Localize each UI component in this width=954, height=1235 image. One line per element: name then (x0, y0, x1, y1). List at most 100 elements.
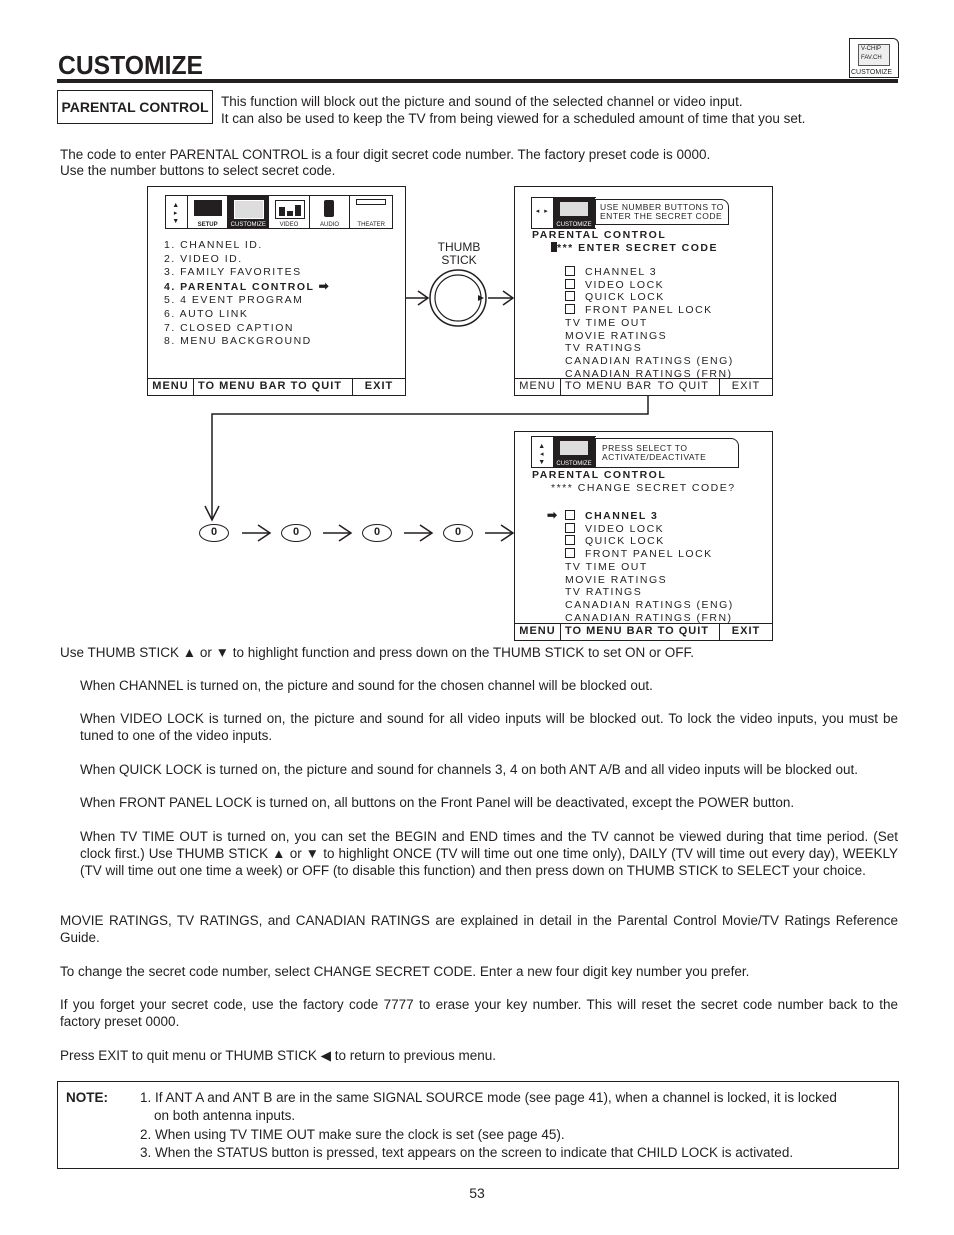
checkbox-label: CHANNEL 3 (585, 266, 658, 278)
checkbox-item[interactable]: QUICK LOCK (565, 535, 734, 548)
hint-box: PRESS SELECT TO ACTIVATE/DEACTIVATE (595, 438, 739, 468)
channel-paragraph: When CHANNEL is turned on, the picture a… (80, 678, 653, 693)
menu-item[interactable]: TV TIME OUT (565, 317, 734, 330)
thumbstick-label: THUMB STICK (430, 241, 488, 267)
checkbox-item[interactable]: FRONT PANEL LOCK (565, 304, 734, 317)
menu-item[interactable]: TV RATINGS (565, 342, 734, 355)
thumbstick-label-2: STICK (441, 253, 477, 267)
checkbox-label: VIDEO LOCK (585, 522, 665, 535)
hint-line2: ENTER THE SECRET CODE (600, 211, 723, 221)
forget-code-paragraph: If you forget your secret code, use the … (60, 997, 898, 1029)
exit-key-label[interactable]: EXIT (719, 624, 772, 640)
vchip-icon (560, 441, 588, 455)
updown-nav-icon: ▲ ▸ ▼ (166, 196, 188, 228)
tab-customize[interactable]: CUSTOMIZE (554, 437, 595, 467)
checkbox[interactable] (565, 522, 575, 533)
vchip-icon (234, 200, 265, 219)
menu-item[interactable]: 6. AUTO LINK (164, 308, 330, 322)
checkbox-item[interactable]: VIDEO LOCK (565, 278, 734, 292)
tab-customize-label: CUSTOMIZE (230, 222, 266, 228)
exit-key-label[interactable]: EXIT (352, 379, 405, 395)
menu-item[interactable]: CANADIAN RATINGS (ENG) (565, 599, 734, 612)
checkbox[interactable] (565, 304, 575, 315)
menu-screen-customize: ▲ ▸ ▼ SETUP CUSTOMIZE VIDEO AUDIO THEATER … (147, 186, 406, 396)
menu-item[interactable]: MOVIE RATINGS (565, 574, 734, 587)
checkbox-item[interactable]: FRONT PANEL LOCK (565, 548, 734, 561)
menu-item[interactable]: TV TIME OUT (565, 561, 734, 574)
checkbox[interactable] (565, 548, 575, 559)
tab-customize-label: CUSTOMIZE (556, 461, 592, 467)
tab-theater-label: THEATER (357, 222, 385, 228)
menu-footer: MENU TO MENU BAR TO QUIT EXIT (515, 623, 772, 640)
menu-item[interactable]: 8. MENU BACKGROUND (164, 335, 330, 349)
thumbstick-outer (429, 269, 487, 327)
menu-key-label[interactable]: MENU (515, 624, 561, 640)
time-out-paragraph: When TV TIME OUT is turned on, you can s… (80, 829, 898, 878)
menu-item[interactable]: CANADIAN RATINGS (ENG) (565, 355, 734, 368)
parental-item-list: CHANNEL 3 VIDEO LOCK QUICK LOCK FRONT PA… (565, 266, 734, 380)
menu-item[interactable]: TV RATINGS (565, 586, 734, 599)
flow-connectors (204, 269, 649, 542)
checkbox-label: QUICK LOCK (585, 535, 665, 548)
checkbox-label: CHANNEL 3 (585, 510, 659, 522)
tab-audio[interactable]: AUDIO (310, 196, 351, 228)
tab-customize[interactable]: CUSTOMIZE (228, 196, 270, 228)
menu-icon-bar: ▲ ▸ ▼ SETUP CUSTOMIZE VIDEO AUDIO THEATER (165, 195, 393, 229)
parental-item-list: ➡ CHANNEL 3 VIDEO LOCK QUICK LOCK FRONT P… (547, 509, 734, 624)
to-quit-label: TO QUIT (290, 380, 342, 392)
change-code-paragraph: To change the secret code number, select… (60, 964, 750, 979)
tab-video[interactable]: VIDEO (269, 196, 310, 228)
parental-control-settings-screen: ▲ ◂ ▼ CUSTOMIZE PRESS SELECT TO ACTIVATE/D… (514, 431, 773, 641)
tab-video-label: VIDEO (279, 222, 299, 228)
checkbox-item-selected[interactable]: ➡ CHANNEL 3 (547, 509, 734, 523)
note-box: NOTE: 1. If ANT A and ANT B are in the s… (57, 1081, 899, 1169)
note-item: 2. When using TV TIME OUT make sure the … (140, 1127, 565, 1142)
code-digit[interactable]: 0 (443, 524, 473, 542)
checkbox[interactable] (565, 291, 575, 302)
theater-icon (356, 199, 387, 205)
checkbox-item[interactable]: CHANNEL 3 (565, 266, 734, 279)
menu-footer: MENU TO MENU BAR TO QUIT EXIT (148, 378, 405, 395)
menu-item-selected[interactable]: 4. PARENTAL CONTROL ➡ (164, 278, 331, 295)
screen-heading: PARENTAL CONTROL (532, 469, 667, 481)
checkbox-item[interactable]: VIDEO LOCK (565, 522, 734, 536)
hint-box: USE NUMBER BUTTONS TO ENTER THE SECRET C… (595, 199, 729, 225)
tab-setup[interactable]: SETUP (188, 196, 229, 228)
tab-theater[interactable]: THEATER (350, 196, 392, 228)
code-digit[interactable]: 0 (281, 524, 311, 542)
updown-nav-icon: ▲ ◂ ▼ (532, 437, 554, 467)
menu-item[interactable]: 2. VIDEO ID. (164, 253, 330, 267)
menu-key-label[interactable]: MENU (148, 379, 194, 395)
thumbstick-instruction: Use THUMB STICK ▲ or ▼ to highlight func… (60, 645, 694, 660)
pointer-arrow-icon: ➡ (318, 278, 331, 293)
menu-item[interactable]: 7. CLOSED CAPTION (164, 322, 330, 336)
tab-audio-label: AUDIO (320, 222, 340, 228)
menu-footer: MENU TO MENU BAR TO QUIT EXIT (515, 378, 772, 395)
tv-icon (193, 200, 222, 216)
code-digit[interactable]: 0 (199, 524, 229, 542)
checkbox-item[interactable]: QUICK LOCK (565, 291, 734, 304)
menu-key-label[interactable]: MENU (515, 379, 561, 395)
leftright-nav-icon: ◂ ▸ (532, 198, 554, 228)
menu-item[interactable]: 3. FAMILY FAVORITES (164, 266, 330, 280)
menu-item-label: 4. PARENTAL CONTROL (164, 280, 315, 293)
note-item: 3. When the STATUS button is pressed, te… (140, 1145, 794, 1160)
exit-key-label[interactable]: EXIT (719, 379, 772, 395)
change-code-prompt[interactable]: **** CHANGE SECRET CODE? (551, 482, 736, 494)
vchip-icon (560, 202, 588, 216)
checkbox[interactable] (565, 510, 575, 520)
menu-item[interactable]: 1. CHANNEL ID. (164, 239, 330, 253)
checkbox[interactable] (565, 266, 575, 276)
hint-line2: ACTIVATE/DEACTIVATE (602, 452, 707, 462)
tab-customize[interactable]: CUSTOMIZE (554, 198, 595, 228)
to-menu-bar-label: TO MENU BAR (565, 625, 654, 637)
checkbox[interactable] (565, 535, 575, 546)
checkbox-label: FRONT PANEL LOCK (585, 548, 713, 561)
checkbox[interactable] (565, 278, 575, 289)
checkbox-label: FRONT PANEL LOCK (585, 304, 713, 317)
video-bars-icon (275, 200, 306, 219)
menu-item[interactable]: 5. 4 EVENT PROGRAM (164, 294, 330, 308)
code-digit[interactable]: 0 (362, 524, 392, 542)
menu-item[interactable]: MOVIE RATINGS (565, 330, 734, 343)
secret-code-prompt[interactable]: *** ENTER SECRET CODE (551, 242, 718, 254)
